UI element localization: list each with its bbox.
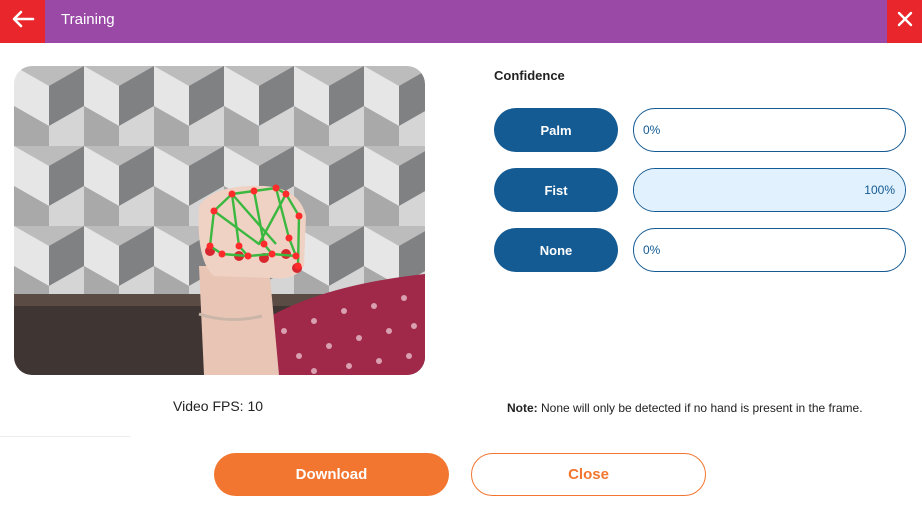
arrow-left-icon <box>11 10 35 33</box>
confidence-bar-none: 0% <box>633 228 906 272</box>
confidence-bar-fist: 100% <box>633 168 906 212</box>
confidence-value: 100% <box>864 183 895 197</box>
confidence-value: 0% <box>643 123 661 137</box>
close-icon <box>897 11 913 32</box>
video-feed <box>14 66 425 375</box>
back-button[interactable] <box>0 0 45 43</box>
class-palm-button[interactable]: Palm <box>494 108 618 152</box>
close-button[interactable]: Close <box>471 453 706 496</box>
confidence-title: Confidence <box>494 68 565 83</box>
note-text: Note: None will only be detected if no h… <box>507 401 863 415</box>
download-button[interactable]: Download <box>214 453 449 496</box>
close-window-button[interactable] <box>887 0 922 43</box>
video-fps-label: Video FPS: 10 <box>173 398 264 414</box>
confidence-value: 0% <box>643 243 661 257</box>
window-title: Training <box>61 11 115 28</box>
note-body: None will only be detected if no hand is… <box>537 401 863 415</box>
confidence-bar-palm: 0% <box>633 108 906 152</box>
divider <box>0 436 130 437</box>
header-bar: Training <box>0 0 922 43</box>
note-prefix: Note: <box>507 401 538 415</box>
class-none-button[interactable]: None <box>494 228 618 272</box>
class-fist-button[interactable]: Fist <box>494 168 618 212</box>
